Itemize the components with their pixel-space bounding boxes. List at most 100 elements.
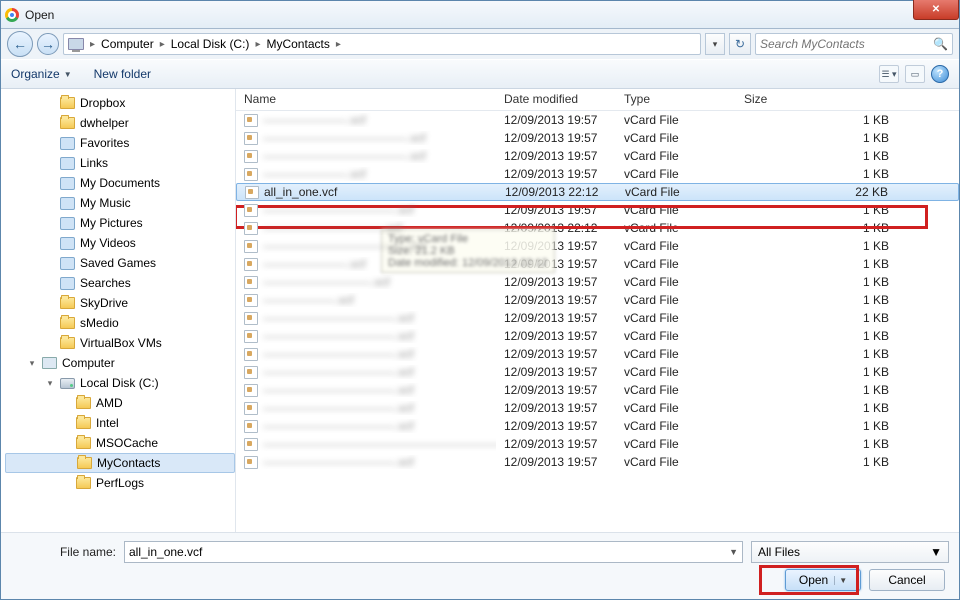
vcard-icon xyxy=(244,438,258,451)
view-options-button[interactable]: ☰ ▾ xyxy=(879,65,899,83)
back-button[interactable]: ← xyxy=(7,31,33,57)
nav-item[interactable]: ▾ Computer xyxy=(5,353,235,373)
file-date: 12/09/2013 19:57 xyxy=(496,203,616,217)
new-folder-button[interactable]: New folder xyxy=(94,67,151,81)
file-row[interactable]: ———————————.vcf12/09/2013 19:57vCard Fil… xyxy=(236,381,959,399)
file-name: ———————————.vcf xyxy=(263,383,414,397)
file-type: vCard File xyxy=(616,329,736,343)
nav-item[interactable]: PerfLogs xyxy=(5,473,235,493)
file-size: 1 KB xyxy=(736,239,959,253)
file-row[interactable]: ———————.vcf12/09/2013 19:57vCard File1 K… xyxy=(236,255,959,273)
file-size: 1 KB xyxy=(736,257,959,271)
file-date: 12/09/2013 19:57 xyxy=(496,167,616,181)
crumb-drive[interactable]: Local Disk (C:) xyxy=(171,37,250,51)
column-size[interactable]: Size xyxy=(736,89,943,110)
file-row[interactable]: ———————————.vcf12/09/2013 19:57vCard Fil… xyxy=(236,453,959,471)
nav-item-label: MyContacts xyxy=(97,456,160,470)
nav-item[interactable]: My Documents xyxy=(5,173,235,193)
crumb-folder[interactable]: MyContacts xyxy=(266,37,329,51)
file-row[interactable]: ———————————.vcf12/09/2013 19:57vCard Fil… xyxy=(236,345,959,363)
nav-item[interactable]: dwhelper xyxy=(5,113,235,133)
file-name: ———————.vcf xyxy=(263,257,366,271)
file-row[interactable]: ———————.vcf12/09/2013 19:57vCard File1 K… xyxy=(236,111,959,129)
file-row[interactable]: ————————————.vcf12/09/2013 19:57vCard Fi… xyxy=(236,237,959,255)
nav-item[interactable]: Dropbox xyxy=(5,93,235,113)
vcard-icon xyxy=(244,276,258,289)
file-row[interactable]: ——————————.vcf12/09/2013 22:12vCard File… xyxy=(236,219,959,237)
close-button[interactable] xyxy=(913,0,959,20)
nav-item[interactable]: Saved Games xyxy=(5,253,235,273)
nav-item[interactable]: MyContacts xyxy=(5,453,235,473)
column-headers: Name Date modified Type Size xyxy=(236,89,959,111)
file-date: 12/09/2013 19:57 xyxy=(496,383,616,397)
nav-item[interactable]: My Music xyxy=(5,193,235,213)
spec-icon xyxy=(60,217,75,230)
chevron-right-icon: ▸ xyxy=(253,39,262,50)
file-row[interactable]: ————————————.vcf12/09/2013 19:57vCard Fi… xyxy=(236,147,959,165)
file-row[interactable]: ———————————.vcf12/09/2013 19:57vCard Fil… xyxy=(236,309,959,327)
spec-icon xyxy=(60,157,75,170)
nav-item[interactable]: sMedio xyxy=(5,313,235,333)
nav-item[interactable]: Links xyxy=(5,153,235,173)
file-type-filter[interactable]: All Files ▼ xyxy=(751,541,949,563)
nav-item[interactable]: AMD xyxy=(5,393,235,413)
nav-item[interactable]: Searches xyxy=(5,273,235,293)
file-list-pane: Name Date modified Type Size Type: vCard… xyxy=(236,89,959,532)
cancel-button[interactable]: Cancel xyxy=(869,569,945,591)
navigation-pane[interactable]: DropboxdwhelperFavoritesLinks My Document… xyxy=(1,89,236,532)
folder-icon xyxy=(77,457,92,469)
file-size: 1 KB xyxy=(736,347,959,361)
nav-item[interactable]: My Pictures xyxy=(5,213,235,233)
expander-icon[interactable]: ▾ xyxy=(27,358,37,369)
nav-item-label: sMedio xyxy=(80,316,119,330)
nav-item[interactable]: VirtualBox VMs xyxy=(5,333,235,353)
nav-item-label: Computer xyxy=(62,356,115,370)
dialog-footer: File name: all_in_one.vcf ▼ All Files ▼ … xyxy=(1,532,959,599)
search-input[interactable] xyxy=(760,37,933,51)
file-row[interactable]: ——————.vcf12/09/2013 19:57vCard File1 KB xyxy=(236,291,959,309)
file-row[interactable]: ———————————.vcf12/09/2013 19:57vCard Fil… xyxy=(236,201,959,219)
filename-input[interactable]: all_in_one.vcf ▼ xyxy=(124,541,743,563)
nav-item[interactable]: My Videos xyxy=(5,233,235,253)
file-name: ——————————.vcf xyxy=(263,221,402,235)
expander-icon[interactable]: ▾ xyxy=(45,378,55,389)
preview-pane-button[interactable]: ▭ xyxy=(905,65,925,83)
file-row[interactable]: ————————————————————.vcf12/09/2013 19:57… xyxy=(236,435,959,453)
file-row[interactable]: ———————————.vcf12/09/2013 19:57vCard Fil… xyxy=(236,327,959,345)
breadcrumb[interactable]: ▸ Computer ▸ Local Disk (C:) ▸ MyContact… xyxy=(63,33,701,55)
refresh-button[interactable]: ↻ xyxy=(729,33,751,55)
nav-item[interactable]: Intel xyxy=(5,413,235,433)
nav-item[interactable]: Favorites xyxy=(5,133,235,153)
file-row[interactable]: ———————————.vcf12/09/2013 19:57vCard Fil… xyxy=(236,363,959,381)
nav-item-label: Searches xyxy=(80,276,131,290)
nav-item[interactable]: SkyDrive xyxy=(5,293,235,313)
search-box[interactable]: 🔍 xyxy=(755,33,953,55)
file-name: ————————————.vcf xyxy=(263,149,426,163)
nav-item[interactable]: MSOCache xyxy=(5,433,235,453)
column-type[interactable]: Type xyxy=(616,89,736,110)
open-dropdown[interactable]: ▼ xyxy=(834,576,847,585)
file-row[interactable]: ————————————.vcf12/09/2013 19:57vCard Fi… xyxy=(236,129,959,147)
crumb-computer[interactable]: Computer xyxy=(101,37,154,51)
column-name[interactable]: Name xyxy=(236,89,496,110)
file-row[interactable]: all_in_one.vcf12/09/2013 22:12vCard File… xyxy=(236,183,959,201)
file-name: ———————————.vcf xyxy=(263,401,414,415)
file-name: ————————————.vcf xyxy=(263,239,426,253)
file-size: 1 KB xyxy=(736,437,959,451)
open-button[interactable]: Open ▼ xyxy=(785,569,861,591)
help-button[interactable]: ? xyxy=(931,65,949,83)
chevron-down-icon[interactable]: ▼ xyxy=(729,547,738,557)
file-row[interactable]: ———————————.vcf12/09/2013 19:57vCard Fil… xyxy=(236,417,959,435)
file-row[interactable]: ———————————.vcf12/09/2013 19:57vCard Fil… xyxy=(236,399,959,417)
nav-item[interactable]: ▾ Local Disk (C:) xyxy=(5,373,235,393)
column-date[interactable]: Date modified xyxy=(496,89,616,110)
nav-item-label: Local Disk (C:) xyxy=(80,376,159,390)
organize-button[interactable]: Organize ▼ xyxy=(11,67,72,81)
open-dialog: Open ← → ▸ Computer ▸ Local Disk (C:) ▸ … xyxy=(0,0,960,600)
file-row[interactable]: ———————.vcf12/09/2013 19:57vCard File1 K… xyxy=(236,165,959,183)
address-dropdown[interactable]: ▾ xyxy=(705,33,725,55)
file-list[interactable]: Type: vCard File Size: 21.2 KB Date modi… xyxy=(236,111,959,532)
forward-button[interactable]: → xyxy=(37,33,59,55)
nav-item-label: My Documents xyxy=(80,176,160,190)
file-row[interactable]: —————————.vcf12/09/2013 19:57vCard File1… xyxy=(236,273,959,291)
